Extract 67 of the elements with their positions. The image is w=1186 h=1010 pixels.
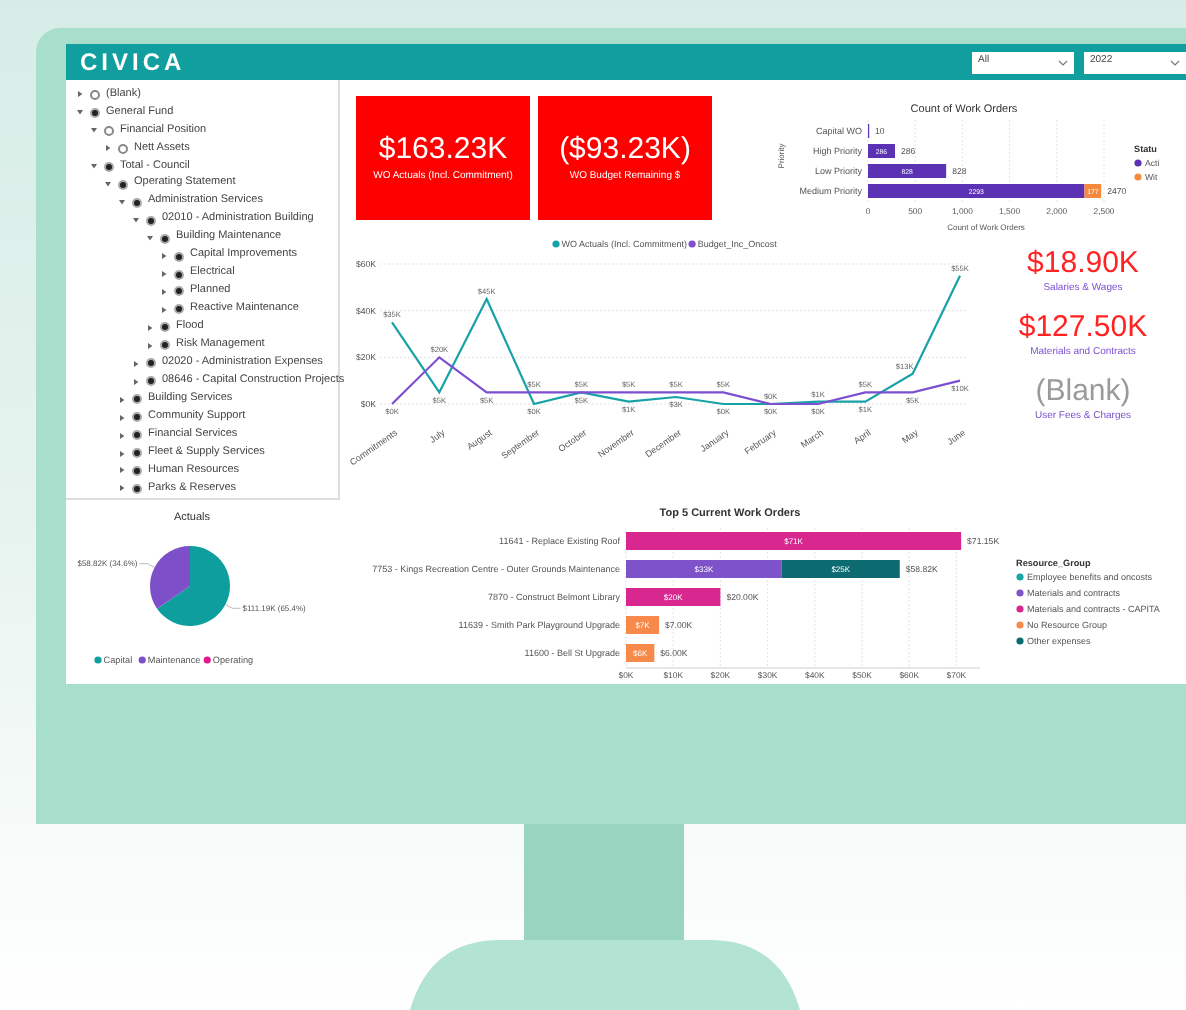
caret-right-icon[interactable] (160, 270, 168, 278)
radio-button[interactable] (132, 483, 142, 494)
radio-button[interactable] (104, 125, 114, 136)
legend-dot (688, 240, 696, 248)
radio-button[interactable] (160, 233, 170, 244)
radio-button[interactable] (174, 269, 184, 279)
radio-button[interactable] (132, 394, 142, 405)
legend-dot (1016, 605, 1024, 613)
chevron-down-icon (1170, 59, 1180, 65)
legend-dot (1016, 573, 1024, 581)
bar (626, 588, 721, 606)
radio-button[interactable] (132, 465, 142, 476)
radio-button[interactable] (160, 340, 170, 351)
radio-button[interactable] (174, 251, 184, 262)
kpi-value: $18.90K (1027, 248, 1139, 278)
radio-button[interactable] (132, 430, 142, 441)
caret-right-icon[interactable] (118, 395, 126, 404)
logo: CIVICA (80, 50, 186, 74)
legend-dot (1134, 173, 1142, 181)
radio-button[interactable] (146, 358, 156, 369)
radio-button[interactable] (174, 286, 184, 297)
radio-button[interactable] (118, 143, 128, 154)
kpi-value: $163.23K (378, 134, 508, 164)
leader-line (139, 563, 155, 568)
legend-dot (1016, 637, 1024, 645)
radio-button[interactable] (146, 215, 156, 226)
caret-right-icon[interactable] (76, 90, 84, 99)
caret-right-icon[interactable] (132, 359, 140, 368)
radio-button[interactable] (132, 412, 142, 423)
legend-dot (1016, 589, 1024, 597)
caret-right-icon[interactable] (118, 466, 126, 475)
caret-right-icon[interactable] (118, 431, 126, 440)
caret-right-icon[interactable] (118, 449, 126, 458)
radio-button[interactable] (90, 107, 100, 118)
legend-dot (94, 656, 102, 664)
radio-button[interactable] (146, 376, 156, 387)
bar (626, 616, 660, 634)
radio-button[interactable] (132, 448, 142, 459)
caret-right-icon[interactable] (160, 252, 168, 261)
caret-right-icon[interactable] (118, 413, 126, 422)
radio-button[interactable] (104, 161, 114, 172)
leader-line (225, 604, 241, 609)
legend-dot (1016, 621, 1024, 629)
caret-right-icon[interactable] (104, 144, 112, 153)
legend-dot (138, 656, 146, 664)
caret-right-icon[interactable] (118, 484, 126, 493)
bar (868, 164, 947, 178)
radio-button[interactable] (132, 197, 142, 208)
legend-dot (203, 656, 211, 664)
caret-right-icon[interactable] (160, 305, 168, 314)
caret-right-icon[interactable] (146, 323, 154, 332)
kpi-value: (Blank) (1035, 376, 1131, 406)
caret-right-icon[interactable] (146, 341, 154, 350)
radio-button[interactable] (160, 322, 170, 333)
bar (626, 644, 655, 662)
bar (868, 144, 895, 158)
radio-button[interactable] (174, 304, 184, 315)
legend-dot (1134, 159, 1142, 167)
chevron-down-icon (1058, 59, 1068, 65)
bar (781, 560, 900, 578)
kpi-value: $127.50K (1018, 312, 1148, 342)
kpi-value: ($93.23K) (559, 134, 691, 164)
caret-right-icon[interactable] (160, 287, 168, 296)
radio-button[interactable] (90, 89, 100, 100)
caret-right-icon[interactable] (132, 377, 140, 386)
legend-dot (552, 240, 560, 248)
radio-button[interactable] (118, 179, 128, 190)
